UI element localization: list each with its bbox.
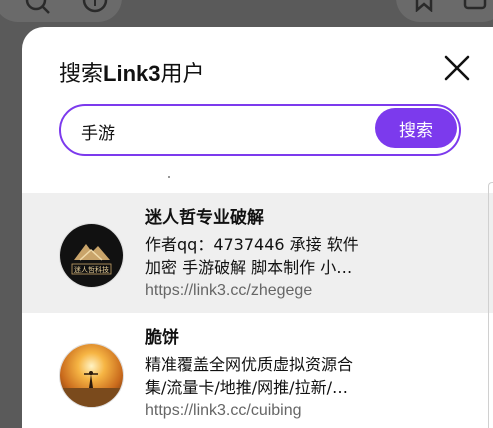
- background-compass-icon: [82, 0, 108, 21]
- result-description-line2: 集/流量卡/地推/网推/拉新/…: [145, 378, 348, 397]
- title-suffix: 用户: [160, 61, 205, 86]
- scrollbar[interactable]: [488, 182, 493, 428]
- result-item[interactable]: 迷人哲科技 迷人哲专业破解 作者qq：4737446 承接 软件 加密 手游破解…: [22, 193, 493, 313]
- title-brand: Link3: [103, 61, 161, 86]
- dialog-title: 搜索Link3用户: [59, 56, 205, 88]
- result-description-line2: 加密 手游破解 脚本制作 小…: [145, 258, 353, 277]
- close-icon: [444, 55, 470, 81]
- search-field: 搜索: [59, 104, 461, 156]
- result-description: 精准覆盖全网优质虚拟资源合 集/流量卡/地推/网推/拉新/…: [145, 353, 390, 399]
- avatar: 迷人哲科技: [59, 223, 124, 288]
- avatar: [59, 343, 124, 408]
- result-item[interactable]: 脆饼 精准覆盖全网优质虚拟资源合 集/流量卡/地推/网推/拉新/… https:…: [22, 313, 493, 428]
- search-input[interactable]: [79, 116, 373, 146]
- result-url[interactable]: https://link3.cc/zhegege: [145, 282, 312, 300]
- background-tabs-icon: [462, 0, 488, 17]
- close-button[interactable]: [443, 54, 471, 82]
- background-search-icon: [24, 0, 50, 21]
- result-description-line1: 精准覆盖全网优质虚拟资源合: [145, 355, 354, 374]
- result-name: 迷人哲专业破解: [145, 208, 264, 228]
- result-name: 脆饼: [145, 328, 179, 348]
- background-bookmark-icon: [412, 0, 436, 17]
- result-url[interactable]: https://link3.cc/cuibing: [145, 402, 302, 420]
- divider-dot: [168, 176, 170, 178]
- avatar-logo-text: 迷人哲科技: [74, 265, 109, 274]
- result-description-line1: 作者qq：4737446 承接 软件: [145, 235, 359, 254]
- results-list: 迷人哲科技 迷人哲专业破解 作者qq：4737446 承接 软件 加密 手游破解…: [22, 193, 493, 428]
- title-prefix: 搜索: [59, 61, 104, 86]
- result-description: 作者qq：4737446 承接 软件 加密 手游破解 脚本制作 小…: [145, 233, 390, 279]
- search-users-dialog: 搜索Link3用户 搜索 迷人哲科技 迷人哲专业破解 作者: [22, 27, 493, 428]
- search-button[interactable]: 搜索: [375, 108, 457, 148]
